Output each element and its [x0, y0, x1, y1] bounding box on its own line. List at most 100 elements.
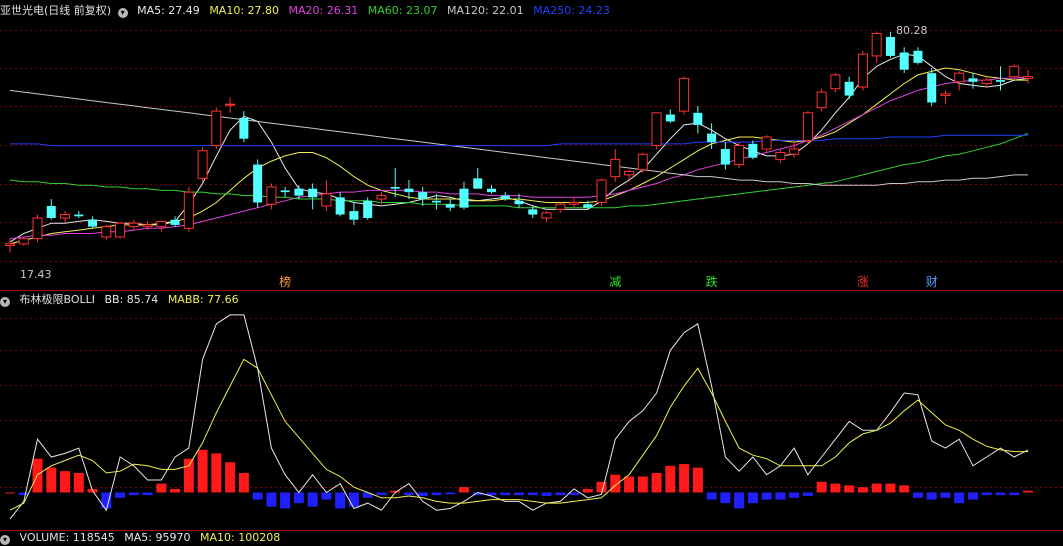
candle — [679, 76, 690, 115]
candle-body — [197, 150, 208, 179]
bolli-bar — [541, 492, 552, 497]
candle — [857, 50, 868, 91]
candle-body — [253, 164, 263, 203]
candle — [32, 214, 43, 243]
candle-body — [128, 222, 139, 228]
candle-body — [596, 179, 607, 203]
candle-body — [637, 153, 648, 171]
bolli-bar — [871, 483, 882, 493]
bolli-bar — [431, 492, 442, 496]
candle-body — [610, 158, 621, 178]
candle-body — [830, 74, 841, 90]
kline-chart[interactable]: 榜 减 跌 涨 财 80.28 17.43 — [0, 0, 1063, 537]
candle-body — [32, 217, 43, 240]
ma120-value: MA120: 22.01 — [446, 4, 524, 17]
candle-body — [720, 149, 730, 165]
bolli-bar — [624, 476, 635, 493]
bolli-bar — [651, 472, 662, 493]
bolli-bar — [734, 492, 745, 509]
bolli-bar — [458, 487, 469, 493]
bolli-bar — [816, 481, 827, 493]
ma20-value: MA20: 26.31 — [288, 4, 359, 17]
chevron-down-icon[interactable]: ▾ — [0, 297, 10, 307]
candle-body — [500, 195, 510, 200]
bolli-bar — [747, 492, 758, 504]
bolli-bar — [238, 472, 249, 493]
bolli-bar — [335, 492, 346, 509]
candle — [183, 186, 194, 232]
bolli-bar — [128, 492, 139, 496]
chevron-down-icon[interactable]: ▾ — [117, 8, 128, 18]
candle-body — [995, 80, 1005, 82]
bolli-bar — [60, 471, 71, 493]
candle — [802, 111, 813, 144]
candle-body — [349, 211, 359, 220]
candle-body — [266, 186, 277, 205]
candle-body — [707, 133, 717, 143]
candle-body — [775, 151, 786, 160]
bolli-bar — [954, 492, 965, 504]
candle — [211, 107, 222, 150]
bolli-bar — [596, 481, 607, 493]
candle-body — [5, 243, 15, 247]
event-marker: 涨 — [857, 274, 869, 289]
volume-header: ▾ VOLUME: 118545 MA5: 95970 MA10: 100208 — [0, 530, 286, 546]
candle-body — [308, 188, 318, 198]
low-price-label: 17.43 — [20, 268, 52, 281]
candle-body — [376, 195, 387, 200]
candle — [637, 152, 648, 174]
candle-body — [88, 219, 98, 227]
bolli-bar — [142, 492, 153, 496]
candle-body — [445, 204, 455, 208]
bolli-bar — [912, 492, 923, 498]
candle-body — [541, 212, 552, 219]
candle-body — [871, 33, 882, 57]
bolli-bar — [252, 492, 263, 500]
bolli-bar — [403, 492, 414, 496]
candle-body — [528, 209, 538, 215]
candle — [651, 112, 662, 150]
event-marker: 减 — [609, 275, 621, 289]
candle-body — [555, 203, 566, 210]
bolli-bar — [706, 492, 717, 500]
bolli-bar — [885, 483, 896, 493]
bolli-bar — [115, 492, 126, 498]
bolli-bar — [1023, 490, 1033, 493]
bolli-bar — [720, 492, 731, 504]
bolli-bar — [197, 449, 208, 493]
main-header: 亚世光电(日线 前复权) ▾ MA5: 27.49 MA10: 27.80 MA… — [0, 3, 616, 19]
candle-body — [748, 143, 758, 158]
bolli-bar — [514, 492, 524, 496]
bolli-bar — [348, 492, 359, 507]
candle-body — [679, 77, 690, 112]
candle-body — [18, 238, 29, 245]
candle — [816, 88, 827, 112]
bolli-bar — [926, 492, 937, 500]
candle-body — [927, 73, 937, 103]
candle-body — [789, 148, 800, 155]
candle-body — [734, 145, 745, 166]
bolli-bar — [665, 465, 676, 493]
sub-header: ▾ 布林极限BOLLI BB: 85.74 MABB: 77.66 — [0, 292, 245, 308]
candle-body — [239, 118, 249, 139]
candle-body — [335, 197, 345, 215]
bolli-bar — [500, 492, 511, 496]
candle-body — [321, 193, 332, 207]
candle-body — [74, 214, 84, 217]
bolli-bar — [376, 492, 387, 496]
candle-body — [885, 36, 895, 56]
bolli-bar — [307, 492, 318, 507]
candle-body — [473, 178, 483, 189]
candle-body — [857, 53, 868, 88]
candle-body — [225, 103, 236, 106]
candle — [18, 236, 29, 246]
bolli-bar — [940, 492, 951, 498]
bolli-bar — [789, 492, 800, 498]
candle — [734, 142, 745, 168]
candle-body — [651, 112, 662, 147]
vol-ma10-value: MA10: 100208 — [199, 531, 281, 544]
bolli-bar — [5, 492, 15, 494]
candle-body — [418, 192, 428, 200]
candle-body — [940, 93, 951, 97]
candle-body — [142, 224, 153, 228]
